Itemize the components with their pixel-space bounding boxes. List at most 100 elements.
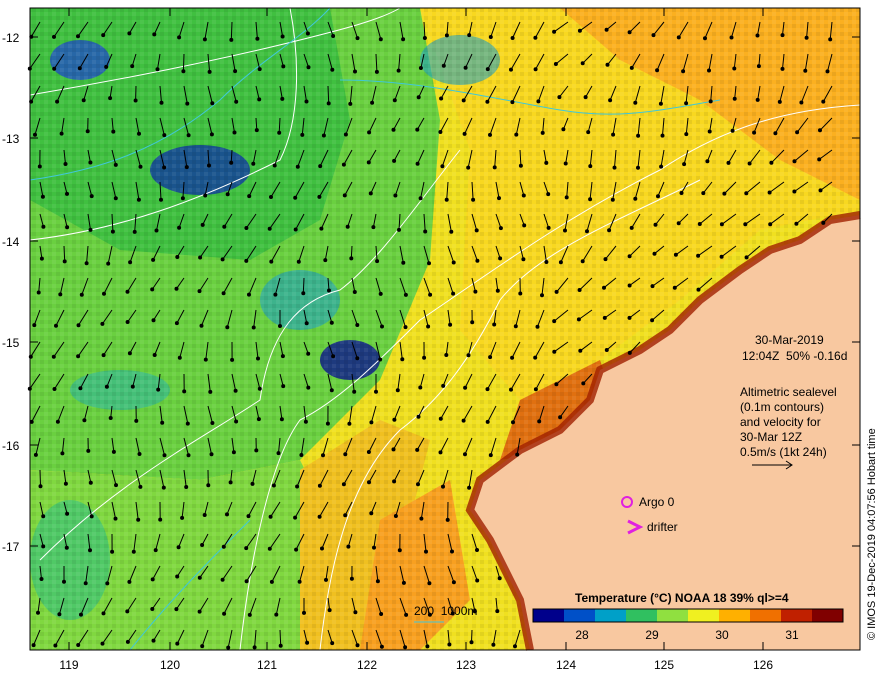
velocity-arrow-head <box>696 253 701 258</box>
velocity-arrow-head <box>341 162 346 167</box>
velocity-arrow-head <box>561 127 566 132</box>
velocity-arrow-head <box>278 324 282 328</box>
velocity-arrow-head <box>604 348 609 352</box>
velocity-arrow-head <box>588 197 593 202</box>
velocity-arrow-head <box>197 575 202 580</box>
velocity-arrow-head <box>221 291 226 296</box>
velocity-arrow-head <box>343 452 348 457</box>
velocity-arrow-head <box>53 643 58 648</box>
velocity-arrow-head <box>64 545 69 550</box>
velocity-arrow-head <box>152 32 157 37</box>
velocity-arrow-head <box>41 514 46 519</box>
velocity-arrow-head <box>752 130 757 135</box>
velocity-arrow-head <box>756 64 761 69</box>
velocity-arrow-head <box>467 485 472 490</box>
velocity-arrow-head <box>510 100 515 105</box>
velocity-arrow-head <box>257 67 262 72</box>
velocity-arrow-head <box>540 293 544 298</box>
velocity-arrow-head <box>222 224 227 229</box>
velocity-arrow-head <box>378 37 383 42</box>
velocity-arrow-head <box>681 69 686 74</box>
velocity-arrow-head <box>127 31 132 36</box>
velocity-arrow-head <box>209 132 214 137</box>
velocity-arrow-head <box>552 319 557 324</box>
velocity-arrow-head <box>536 99 541 104</box>
altimetry-line: Altimetric sealevel <box>740 385 837 399</box>
velocity-arrow-head <box>60 451 65 456</box>
velocity-arrow-head <box>401 580 406 585</box>
velocity-arrow-head <box>76 34 80 39</box>
velocity-arrow-head <box>491 642 496 647</box>
velocity-arrow-head <box>580 61 585 66</box>
velocity-arrow-head <box>256 417 261 422</box>
colorbar-segment <box>533 609 565 622</box>
velocity-arrow-head <box>627 30 632 35</box>
velocity-arrow-head <box>492 165 497 170</box>
velocity-arrow-head <box>755 97 760 102</box>
velocity-arrow-head <box>795 130 800 135</box>
velocity-arrow-head <box>113 196 118 201</box>
velocity-arrow-head <box>448 322 453 327</box>
velocity-arrow-head <box>330 641 335 646</box>
velocity-arrow-head <box>469 640 474 645</box>
velocity-arrow-head <box>100 641 105 646</box>
velocity-arrow-head <box>676 221 681 226</box>
velocity-arrow-head <box>611 132 616 137</box>
colorbar-tick: 29 <box>645 628 659 642</box>
velocity-arrow-head <box>134 418 139 423</box>
colorbar-segment <box>564 609 596 622</box>
velocity-arrow-head <box>274 612 279 617</box>
velocity-arrow-head <box>110 549 115 554</box>
velocity-arrow-head <box>299 453 304 457</box>
velocity-arrow-head <box>393 514 398 518</box>
velocity-arrow-head <box>324 577 328 582</box>
velocity-arrow-head <box>703 36 707 41</box>
velocity-arrow-head <box>232 130 237 135</box>
colorbar-tick: 28 <box>575 628 589 642</box>
velocity-arrow-head <box>111 129 116 134</box>
velocity-arrow-head <box>375 579 380 584</box>
velocity-arrow-head <box>397 227 401 232</box>
velocity-arrow-head <box>199 323 204 328</box>
velocity-arrow-head <box>130 384 135 389</box>
velocity-arrow-head <box>52 387 57 391</box>
velocity-arrow-head <box>108 96 113 101</box>
velocity-arrow-head <box>137 131 141 136</box>
lon-tick-label: 120 <box>159 658 181 672</box>
velocity-arrow-head <box>31 643 36 648</box>
drifter-label: drifter <box>647 520 678 534</box>
velocity-arrow-head <box>125 320 130 324</box>
velocity-arrow-head <box>397 548 402 553</box>
velocity-arrow-head <box>445 517 450 522</box>
velocity-arrow-head <box>254 128 259 133</box>
velocity-arrow-head <box>576 317 581 322</box>
colorbar-tick: 31 <box>785 628 799 642</box>
velocity-arrow-head <box>679 191 684 195</box>
velocity-arrow-head <box>588 164 593 169</box>
velocity-arrow-head <box>329 388 334 393</box>
velocity-arrow-head <box>352 290 357 294</box>
velocity-arrow-head <box>279 417 284 422</box>
velocity-arrow-head <box>251 161 256 166</box>
velocity-arrow-head <box>295 484 300 489</box>
velocity-arrow-head <box>303 419 308 424</box>
velocity-arrow-head <box>76 323 81 328</box>
velocity-arrow-head <box>293 227 298 232</box>
velocity-arrow-head <box>161 485 166 490</box>
velocity-arrow-head <box>488 355 493 360</box>
velocity-arrow-head <box>697 222 702 226</box>
velocity-arrow-head <box>416 482 420 487</box>
velocity-arrow-head <box>415 161 420 166</box>
velocity-arrow-head <box>162 453 167 458</box>
velocity-arrow-head <box>540 130 545 135</box>
velocity-arrow-head <box>304 99 309 104</box>
velocity-arrow-head <box>792 189 797 194</box>
velocity-arrow-head <box>470 320 475 325</box>
sst-map <box>27 7 861 651</box>
velocity-arrow-head <box>438 450 443 455</box>
velocity-arrow-head <box>422 355 427 360</box>
velocity-arrow-head <box>244 258 249 263</box>
velocity-arrow-head <box>509 67 513 72</box>
velocity-arrow-head <box>174 321 179 326</box>
velocity-arrow-head <box>422 36 427 40</box>
